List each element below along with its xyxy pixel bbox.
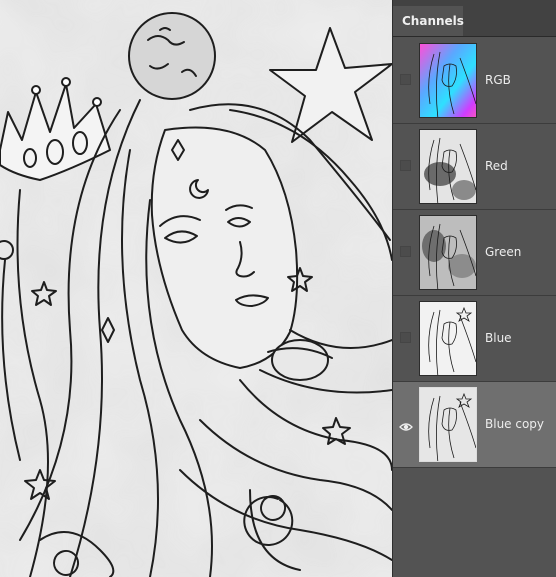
panel-tab-bar: Channels xyxy=(393,0,556,37)
channel-list: RGB Red Green Blue Blue copy xyxy=(393,38,556,468)
channel-label: RGB xyxy=(485,73,511,87)
visibility-toggle[interactable] xyxy=(400,74,411,85)
channel-thumbnail-rgb xyxy=(419,43,477,118)
channel-label: Blue xyxy=(485,331,512,345)
document-canvas[interactable] xyxy=(0,0,392,577)
channel-thumbnail-blue-copy xyxy=(419,387,477,462)
channel-thumbnail-blue xyxy=(419,301,477,376)
channels-panel: Channels RGB Red Green Blue Blue copy xyxy=(392,0,556,577)
channel-row-green[interactable]: Green xyxy=(393,210,556,296)
tab-channels[interactable]: Channels xyxy=(393,6,464,36)
eye-icon[interactable] xyxy=(399,418,413,431)
channel-row-blue-copy[interactable]: Blue copy xyxy=(393,382,556,468)
visibility-toggle[interactable] xyxy=(400,246,411,257)
channel-thumbnail-green xyxy=(419,215,477,290)
channel-row-blue[interactable]: Blue xyxy=(393,296,556,382)
channel-label: Green xyxy=(485,245,522,259)
channel-thumbnail-red xyxy=(419,129,477,204)
channel-label: Blue copy xyxy=(485,417,545,431)
visibility-toggle[interactable] xyxy=(400,332,411,343)
channel-label: Red xyxy=(485,159,508,173)
panel-empty-area xyxy=(393,470,556,577)
channel-row-red[interactable]: Red xyxy=(393,124,556,210)
line-art-illustration xyxy=(0,0,392,577)
channel-row-rgb[interactable]: RGB xyxy=(393,38,556,124)
visibility-toggle[interactable] xyxy=(400,160,411,171)
